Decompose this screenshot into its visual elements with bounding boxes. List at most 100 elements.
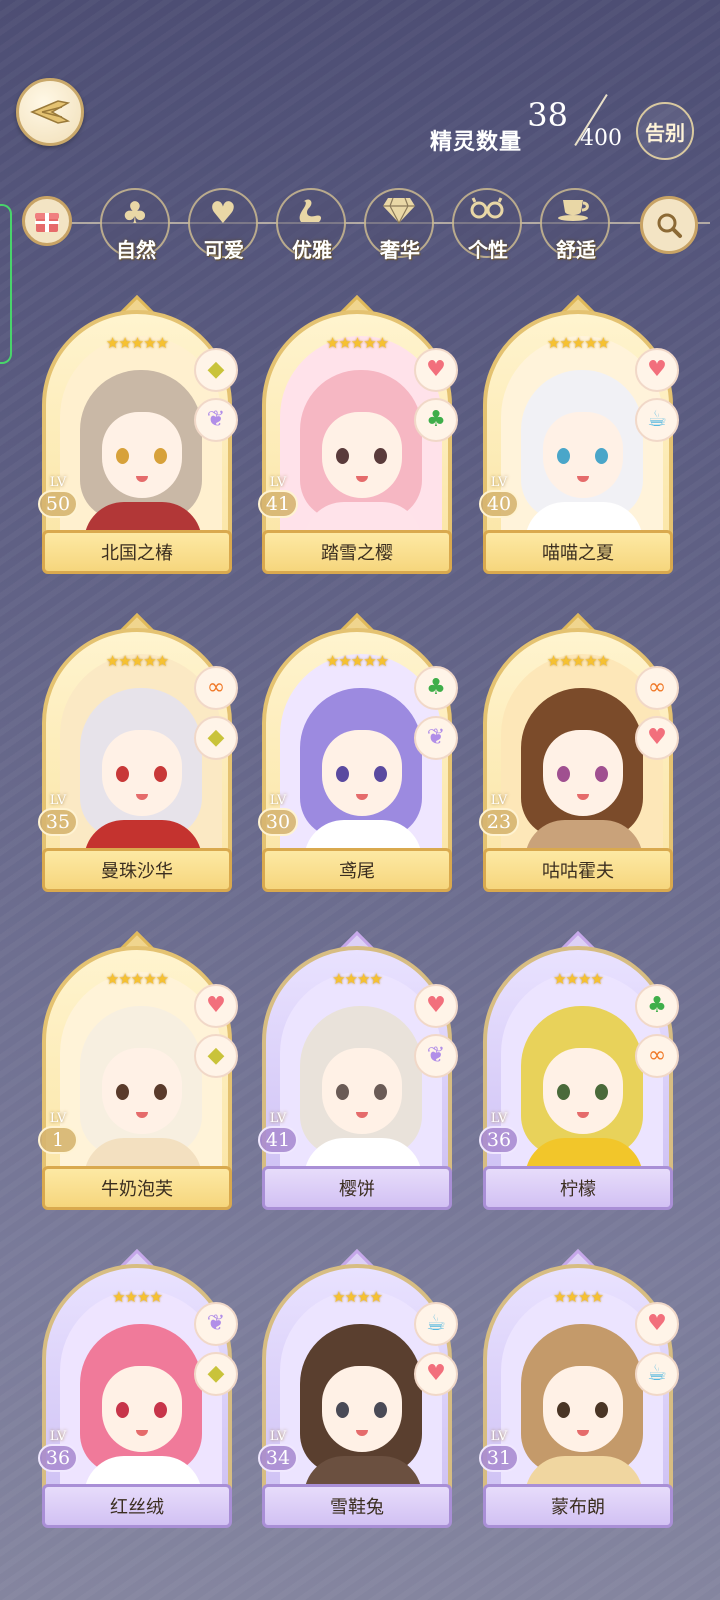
diamond-icon: ◆	[194, 1034, 238, 1078]
sprite-name: 樱饼	[262, 1166, 452, 1210]
heart-icon: ♥	[635, 716, 679, 760]
heart-icon: ♥	[414, 984, 458, 1028]
sprite-name: 牛奶泡芙	[42, 1166, 232, 1210]
level-value: 50	[38, 490, 78, 518]
category-cute[interactable]: ♥ 可爱	[188, 188, 260, 264]
glasses-icon	[470, 197, 504, 219]
glasses-icon: ∞	[635, 666, 679, 710]
heart-icon: ♥	[194, 984, 238, 1028]
search-button[interactable]	[640, 196, 698, 254]
level-value: 41	[258, 1126, 298, 1154]
sprite-name: 蒙布朗	[483, 1484, 673, 1528]
level-badge: LV 41	[258, 476, 298, 518]
level-badge: LV 41	[258, 1112, 298, 1154]
side-tab[interactable]	[0, 204, 12, 364]
level-value: 30	[258, 808, 298, 836]
level-badge: LV 50	[38, 476, 78, 518]
gift-icon	[35, 213, 59, 232]
sprite-card[interactable]: ★★★★★ ◆ ❦ LV 50 北国之椿	[38, 295, 238, 578]
gift-button[interactable]	[22, 196, 72, 246]
diamond-icon: ◆	[194, 348, 238, 392]
level-badge: LV 1	[38, 1112, 78, 1154]
sprite-card[interactable]: ★★★★ ☕ ♥ LV 34 雪鞋兔	[258, 1249, 458, 1532]
rarity-stars: ★★★★★	[325, 652, 389, 670]
clover-icon: ♣	[414, 666, 458, 710]
level-value: 40	[479, 490, 519, 518]
sprite-name: 踏雪之樱	[262, 530, 452, 574]
level-value: 35	[38, 808, 78, 836]
sprite-card[interactable]: ★★★★ ♣ ∞ LV 36 柠檬	[479, 931, 679, 1214]
heart-icon: ♥	[635, 1302, 679, 1346]
level-value: 31	[479, 1444, 519, 1472]
category-luxury[interactable]: 奢华	[364, 188, 436, 264]
swan-icon: ❦	[194, 1302, 238, 1346]
rarity-stars: ★★★★	[112, 1288, 163, 1306]
diamond-icon: ◆	[194, 1352, 238, 1396]
rarity-stars: ★★★★★	[546, 334, 610, 352]
heart-icon: ♥	[414, 1352, 458, 1396]
clover-icon: ♣	[121, 196, 149, 231]
glasses-icon: ∞	[635, 1034, 679, 1078]
sprite-card[interactable]: ★★★★★ ♥ ♣ LV 41 踏雪之樱	[258, 295, 458, 578]
rarity-stars: ★★★★★	[546, 652, 610, 670]
teacup-icon: ☕	[414, 1302, 458, 1346]
sprite-name: 雪鞋兔	[262, 1484, 452, 1528]
level-value: 23	[479, 808, 519, 836]
count-max: 400	[580, 126, 622, 151]
teacup-icon: ☕	[635, 398, 679, 442]
back-button[interactable]	[16, 78, 84, 146]
glasses-icon: ∞	[194, 666, 238, 710]
sprite-card[interactable]: ★★★★ ❦ ◆ LV 36 红丝绒	[38, 1249, 238, 1532]
rarity-stars: ★★★★★	[325, 334, 389, 352]
rarity-stars: ★★★★★	[105, 652, 169, 670]
category-comfort[interactable]: 舒适	[540, 188, 612, 264]
sprite-card[interactable]: ★★★★★ ∞ ♥ LV 23 咕咕霍夫	[479, 613, 679, 896]
sprite-card[interactable]: ★★★★★ ∞ ◆ LV 35 曼珠沙华	[38, 613, 238, 896]
heart-icon: ♥	[635, 348, 679, 392]
clover-icon: ♣	[414, 398, 458, 442]
rarity-stars: ★★★★	[332, 970, 383, 988]
level-badge: LV 31	[479, 1430, 519, 1472]
sprite-name: 红丝绒	[42, 1484, 232, 1528]
rarity-stars: ★★★★	[332, 1288, 383, 1306]
level-badge: LV 30	[258, 794, 298, 836]
sprite-card[interactable]: ★★★★★ ♥ ◆ LV 1 牛奶泡芙	[38, 931, 238, 1214]
teacup-icon	[558, 200, 589, 221]
sprite-name: 鸢尾	[262, 848, 452, 892]
diamond-icon	[383, 197, 415, 224]
level-value: 41	[258, 490, 298, 518]
rarity-stars: ★★★★	[553, 970, 604, 988]
level-value: 1	[38, 1126, 78, 1154]
farewell-button[interactable]: 告别	[636, 102, 694, 160]
category-elegant[interactable]: 优雅	[276, 188, 348, 264]
swan-icon: ❦	[194, 398, 238, 442]
category-personality[interactable]: 个性	[452, 188, 524, 264]
count-current: 38	[527, 96, 568, 134]
level-badge: LV 35	[38, 794, 78, 836]
swan-icon: ❦	[414, 1034, 458, 1078]
wing-back-icon	[30, 100, 71, 124]
sprite-card[interactable]: ★★★★ ♥ ❦ LV 41 樱饼	[258, 931, 458, 1214]
level-badge: LV 36	[38, 1430, 78, 1472]
rarity-stars: ★★★★★	[105, 334, 169, 352]
sprite-count: 38 精灵数量 400	[420, 94, 622, 156]
clover-icon: ♣	[635, 984, 679, 1028]
level-value: 36	[38, 1444, 78, 1472]
search-icon	[657, 213, 682, 238]
rarity-stars: ★★★★	[553, 1288, 604, 1306]
sprite-card[interactable]: ★★★★ ♥ ☕ LV 31 蒙布朗	[479, 1249, 679, 1532]
level-badge: LV 23	[479, 794, 519, 836]
level-badge: LV 36	[479, 1112, 519, 1154]
category-nature[interactable]: ♣ 自然	[100, 188, 172, 264]
count-label: 精灵数量	[430, 130, 523, 155]
sprite-name: 咕咕霍夫	[483, 848, 673, 892]
swan-icon: ❦	[414, 716, 458, 760]
diamond-icon: ◆	[194, 716, 238, 760]
sprite-card[interactable]: ★★★★★ ♥ ☕ LV 40 喵喵之夏	[479, 295, 679, 578]
swan-icon	[299, 199, 322, 222]
level-badge: LV 40	[479, 476, 519, 518]
sprite-card[interactable]: ★★★★★ ♣ ❦ LV 30 鸢尾	[258, 613, 458, 896]
sprite-name: 柠檬	[483, 1166, 673, 1210]
teacup-icon: ☕	[635, 1352, 679, 1396]
heart-icon: ♥	[414, 348, 458, 392]
